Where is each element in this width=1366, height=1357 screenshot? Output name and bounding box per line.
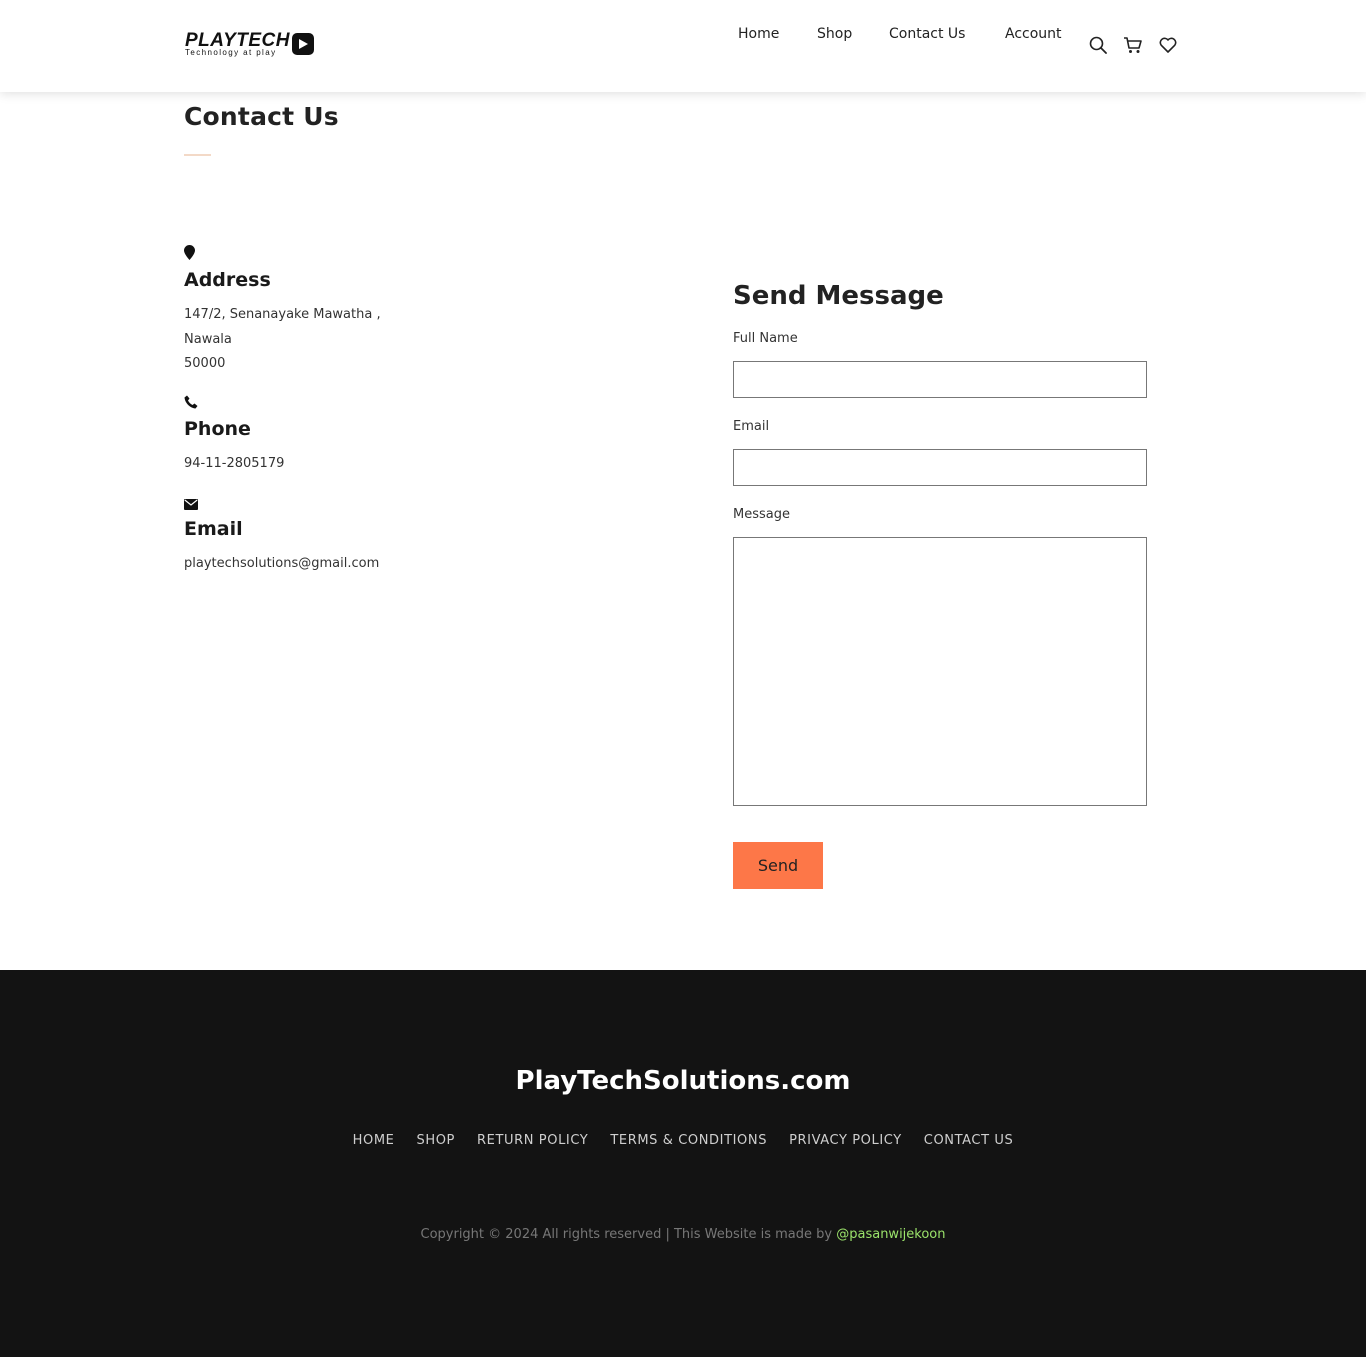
envelope-icon [184,497,198,511]
footer-brand: PlayTechSolutions.com [515,1066,851,1096]
site-logo[interactable]: PLAYTECH Technology at play [185,31,337,57]
nav-account[interactable]: Account [1005,26,1062,42]
address-heading: Address [184,269,271,291]
search-icon[interactable] [1088,35,1108,55]
address-line-2: Nawala [184,331,232,347]
form-title: Send Message [733,281,944,311]
footer-link-home[interactable]: HOME [353,1133,395,1148]
footer-link-terms[interactable]: TERMS & CONDITIONS [610,1133,767,1148]
email-input[interactable] [733,449,1147,486]
send-button[interactable]: Send [733,842,823,889]
copyright-text: Copyright © 2024 All rights reserved | T… [420,1227,833,1242]
author-link[interactable]: @pasanwijekoon [836,1227,945,1242]
copyright: Copyright © 2024 All rights reserved | T… [0,1227,1366,1242]
title-underline [184,154,211,156]
full-name-input[interactable] [733,361,1147,398]
nav-contact-us[interactable]: Contact Us [889,26,965,42]
nav-home[interactable]: Home [738,26,779,42]
logo-tagline: Technology at play [185,48,277,57]
site-header: PLAYTECH Technology at play Home Shop Co… [0,0,1366,92]
phone-number: 94-11-2805179 [184,456,285,471]
footer-link-return-policy[interactable]: RETURN POLICY [477,1133,588,1148]
footer-link-privacy[interactable]: PRIVACY POLICY [789,1133,902,1148]
address-text: 147/2, Senanayake Mawatha , Nawala 50000 [184,303,381,377]
page-title: Contact Us [184,102,339,131]
full-name-label: Full Name [733,331,798,346]
email-address[interactable]: playtechsolutions@gmail.com [184,552,379,577]
address-line-3: 50000 [184,356,226,371]
site-footer: PlayTechSolutions.com HOME SHOP RETURN P… [0,970,1366,1357]
email-label: Email [733,419,770,434]
footer-nav: HOME SHOP RETURN POLICY TERMS & CONDITIO… [0,1133,1366,1148]
message-textarea[interactable] [733,537,1147,806]
cart-icon[interactable] [1123,35,1143,55]
heart-icon[interactable] [1158,35,1178,55]
message-label: Message [733,507,790,522]
phone-heading: Phone [184,418,251,440]
address-line-1: 147/2, Senanayake Mawatha , [184,307,381,322]
play-icon [291,33,314,55]
footer-link-shop[interactable]: SHOP [417,1133,456,1148]
email-heading: Email [184,518,243,540]
nav-shop[interactable]: Shop [817,26,852,42]
map-pin-icon [184,245,198,260]
footer-link-contact[interactable]: CONTACT US [924,1133,1014,1148]
phone-icon [184,395,198,409]
